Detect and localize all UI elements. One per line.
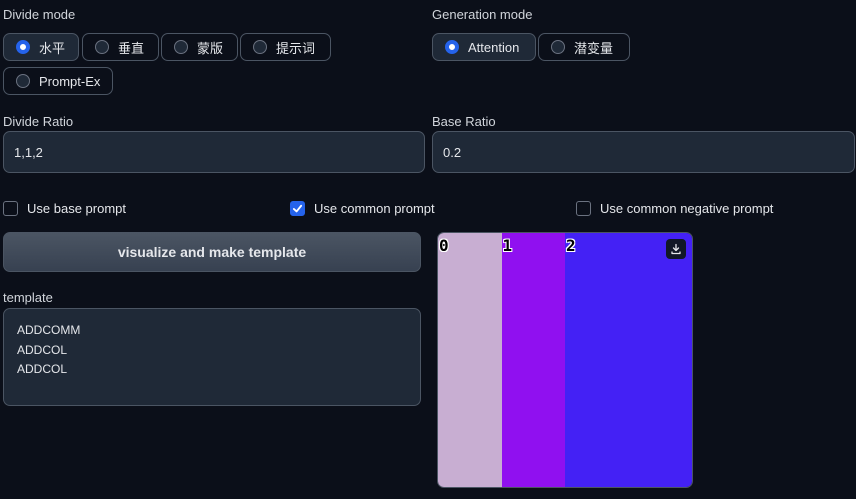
use-common-negative-prompt-checkbox[interactable]: Use common negative prompt	[576, 201, 773, 216]
radio-divide-prompt[interactable]: 提示词	[240, 33, 331, 61]
region-preview-image: 0 1 2	[437, 232, 693, 488]
radio-label: 潜变量	[574, 40, 614, 56]
region-1	[501, 233, 565, 487]
use-base-prompt-checkbox[interactable]: Use base prompt	[3, 201, 126, 216]
radio-selected-icon	[16, 40, 30, 54]
radio-generation-latent[interactable]: 潜变量	[538, 33, 630, 61]
radio-label: Prompt-Ex	[39, 73, 101, 89]
radio-unselected-icon	[551, 40, 565, 54]
checkbox-label: Use base prompt	[27, 201, 126, 216]
radio-divide-horizontal[interactable]: 水平	[3, 33, 79, 61]
radio-label: 水平	[39, 40, 66, 56]
divide-ratio-label: Divide Ratio	[3, 114, 74, 129]
radio-generation-attention[interactable]: Attention	[432, 33, 536, 61]
template-textarea[interactable]: ADDCOMM ADDCOL ADDCOL	[3, 308, 421, 406]
base-ratio-input[interactable]: 0.2	[432, 131, 855, 173]
region-label: 1	[502, 236, 513, 255]
checkbox-unchecked-icon	[576, 201, 591, 216]
radio-unselected-icon	[174, 40, 188, 54]
checkmark-icon	[290, 201, 305, 216]
radio-divide-mask[interactable]: 蒙版	[161, 33, 238, 61]
radio-label: 垂直	[118, 40, 145, 56]
radio-label: Attention	[468, 39, 520, 55]
use-common-prompt-checkbox[interactable]: Use common prompt	[290, 201, 435, 216]
radio-divide-prompt-ex[interactable]: Prompt-Ex	[3, 67, 113, 95]
region-0	[438, 233, 502, 487]
radio-label: 蒙版	[197, 40, 224, 56]
generation-mode-label: Generation mode	[432, 7, 533, 22]
template-line: ADDCOL	[17, 362, 68, 376]
radio-selected-icon	[445, 40, 459, 54]
base-ratio-label: Base Ratio	[432, 114, 496, 129]
visualize-template-button[interactable]: visualize and make template	[3, 232, 421, 272]
radio-unselected-icon	[95, 40, 109, 54]
download-icon[interactable]	[666, 239, 686, 259]
checkbox-label: Use common negative prompt	[600, 201, 774, 216]
divide-ratio-input[interactable]: 1,1,2	[3, 131, 425, 173]
radio-unselected-icon	[16, 74, 30, 88]
checkbox-label: Use common prompt	[314, 201, 435, 216]
region-2	[565, 233, 692, 487]
region-label: 2	[566, 236, 576, 255]
radio-divide-vertical[interactable]: 垂直	[82, 33, 159, 61]
template-line: ADDCOMM	[17, 323, 81, 337]
radio-label: 提示词	[276, 40, 316, 56]
region-label: 0	[439, 236, 449, 255]
template-line: ADDCOL	[17, 342, 68, 357]
template-label: template	[3, 290, 53, 305]
radio-unselected-icon	[253, 40, 267, 54]
divide-mode-label: Divide mode	[3, 7, 76, 22]
checkbox-unchecked-icon	[3, 201, 18, 216]
